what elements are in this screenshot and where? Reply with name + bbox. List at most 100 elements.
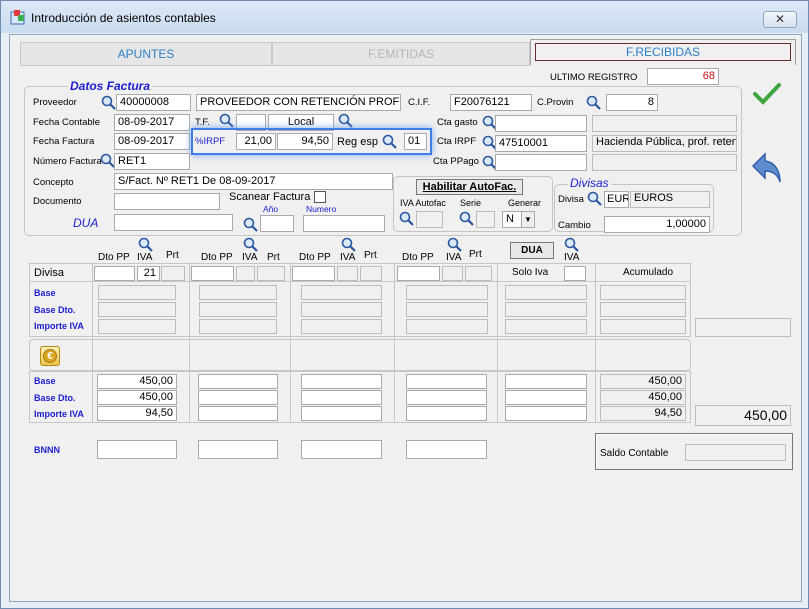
amount-input[interactable] [406, 406, 487, 421]
fecha-factura-label: Fecha Factura [33, 136, 95, 147]
search-icon[interactable] [100, 94, 117, 111]
fecha-factura-field[interactable]: 08-09-2017 [114, 133, 190, 150]
irpf-pct-field[interactable]: 21,00 [236, 133, 276, 150]
search-icon[interactable] [242, 216, 259, 233]
col-divider [497, 263, 498, 423]
search-icon[interactable] [218, 112, 235, 129]
dto-pp-field-4[interactable] [397, 266, 440, 281]
proveedor-label: Proveedor [33, 97, 77, 108]
iva-field-5[interactable] [564, 266, 586, 281]
acum-importe-iva-field: 94,50 [600, 406, 686, 421]
reg-esp-field[interactable]: 01 [404, 133, 427, 150]
base-field-1[interactable]: 450,00 [97, 374, 177, 389]
dto-pp-header: Dto PP [299, 252, 331, 263]
tf-label: T.F. [195, 117, 210, 128]
amount-input[interactable] [198, 406, 278, 421]
iva-field-1[interactable]: 21 [137, 266, 160, 281]
amount-input[interactable] [198, 374, 278, 389]
prt-field-2 [257, 266, 285, 281]
divisa-label: Divisa [558, 194, 584, 205]
proveedor-code-field[interactable]: 40000008 [116, 94, 191, 111]
application-window: Introducción de asientos contables ✕ APU… [0, 0, 809, 609]
amount-cell [505, 319, 587, 334]
amount-input[interactable] [505, 390, 587, 405]
divisa-code-field[interactable]: EUR [604, 191, 629, 208]
concepto-label: Concepto [33, 177, 74, 188]
window-title: Introducción de asientos contables [31, 11, 216, 25]
search-icon[interactable] [398, 210, 415, 227]
amount-cell [301, 319, 382, 334]
amount-input[interactable] [406, 374, 487, 389]
euro-icon[interactable]: € [40, 346, 60, 366]
iva-field-2 [236, 266, 255, 281]
prt-field-4 [465, 266, 492, 281]
title-bar: Introducción de asientos contables ✕ [1, 1, 808, 33]
documento-field[interactable] [114, 193, 220, 210]
iva-header: IVA [340, 252, 356, 263]
bnnn-field-2[interactable] [198, 440, 278, 459]
prt-header: Prt [166, 250, 179, 261]
search-icon[interactable] [340, 236, 357, 253]
dua-field[interactable] [114, 214, 233, 231]
search-icon[interactable] [242, 236, 259, 253]
tab-apuntes[interactable]: APUNTES [20, 42, 272, 66]
cif-field[interactable]: F20076121 [450, 94, 532, 111]
dua-anio-field[interactable] [260, 215, 294, 232]
search-icon[interactable] [337, 112, 354, 129]
amount-input[interactable] [301, 374, 382, 389]
search-icon[interactable] [446, 236, 463, 253]
amount-input[interactable] [301, 390, 382, 405]
client-area: APUNTES F.EMITIDAS F.RECIBIDAS ULTIMO RE… [9, 34, 802, 602]
cta-irpf-field[interactable]: 47510001 [495, 135, 587, 152]
importe-iva-field-1[interactable]: 94,50 [97, 406, 177, 421]
amount-input[interactable] [301, 406, 382, 421]
search-icon[interactable] [563, 236, 580, 253]
dua-numero-field[interactable] [303, 215, 385, 232]
cta-gasto-field[interactable] [495, 115, 587, 132]
search-icon[interactable] [585, 94, 602, 111]
search-icon[interactable] [137, 236, 154, 253]
dto-pp-field-2[interactable] [191, 266, 234, 281]
amount-cell [301, 302, 382, 317]
bnnn-field-4[interactable] [406, 440, 487, 459]
bnnn-label: BNNN [34, 445, 60, 455]
dto-pp-header: Dto PP [402, 252, 434, 263]
base-dto-label: Base Dto. [34, 305, 76, 315]
concepto-field[interactable]: S/Fact. Nº RET1 De 08-09-2017 [114, 173, 393, 190]
tab-f-recibidas[interactable]: F.RECIBIDAS [530, 39, 796, 65]
dua-button[interactable]: DUA [510, 242, 554, 259]
irpf-amount-field[interactable]: 94,50 [277, 133, 333, 150]
cambio-field[interactable]: 1,00000 [604, 216, 710, 233]
cta-ppago-field[interactable] [495, 154, 587, 171]
fecha-contable-field[interactable]: 08-09-2017 [114, 114, 190, 131]
amount-input[interactable] [406, 390, 487, 405]
dto-pp-field-1[interactable] [94, 266, 135, 281]
base-dto-field-1[interactable]: 450,00 [97, 390, 177, 405]
close-icon: ✕ [774, 12, 786, 26]
amount-input[interactable] [505, 406, 587, 421]
amount-cell [406, 319, 488, 334]
search-icon[interactable] [586, 190, 603, 207]
generar-select[interactable]: N ▼ [502, 211, 535, 228]
iva-field-3 [337, 266, 358, 281]
search-icon[interactable] [458, 210, 475, 227]
amount-input[interactable] [505, 374, 587, 389]
cprovin-field[interactable]: 8 [606, 94, 658, 111]
accept-check-icon[interactable] [752, 81, 782, 107]
tab-f-emitidas[interactable]: F.EMITIDAS [272, 42, 530, 66]
saldo-contable-field [685, 444, 786, 461]
habilitar-autofac-button[interactable]: Habilitar AutoFac. [416, 179, 523, 195]
prt-header: Prt [267, 252, 280, 263]
proveedor-name-field[interactable]: PROVEEDOR CON RETENCIÓN PROFESIO [196, 94, 401, 111]
back-arrow-icon[interactable] [751, 151, 783, 185]
col-divider [189, 263, 190, 423]
dto-pp-field-3[interactable] [292, 266, 335, 281]
scanear-factura-checkbox[interactable] [314, 191, 326, 203]
amount-input[interactable] [198, 390, 278, 405]
bnnn-field-1[interactable] [97, 440, 177, 459]
amount-cell [301, 285, 382, 300]
numero-factura-field[interactable]: RET1 [114, 153, 190, 170]
close-button[interactable]: ✕ [763, 11, 797, 28]
search-icon[interactable] [381, 133, 398, 150]
bnnn-field-3[interactable] [301, 440, 382, 459]
